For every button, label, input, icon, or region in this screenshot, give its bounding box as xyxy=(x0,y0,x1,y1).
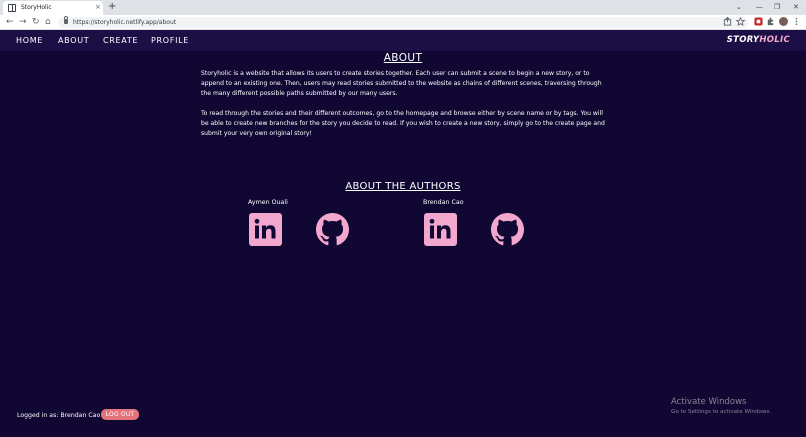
book-icon xyxy=(8,4,16,12)
profile-avatar[interactable] xyxy=(779,17,788,26)
browser-tabstrip: StoryHolic × + ⌄ — ❐ ✕ xyxy=(0,0,806,15)
minimize-button[interactable]: — xyxy=(756,1,763,13)
about-paragraph-2: To read through the stories and their di… xyxy=(201,110,605,138)
logout-button[interactable]: LOG OUT xyxy=(101,409,139,420)
github-icon[interactable] xyxy=(491,213,524,246)
authors-heading: ABOUT THE AUTHORS xyxy=(345,181,461,192)
brand-part-1: STORY xyxy=(726,35,760,45)
menu-icon[interactable] xyxy=(792,17,801,26)
nav-profile[interactable]: PROFILE xyxy=(151,35,189,46)
github-icon[interactable] xyxy=(316,213,349,246)
brand-part-2: HOLIC xyxy=(759,35,790,45)
activation-watermark-title: Activate Windows xyxy=(671,397,747,407)
home-button[interactable]: ⌂ xyxy=(45,16,51,29)
nav-about[interactable]: ABOUT xyxy=(58,35,89,46)
extension-badge-icon[interactable] xyxy=(754,17,763,26)
about-heading: ABOUT xyxy=(383,52,423,64)
author-name-brendan: Brendan Cao xyxy=(423,199,464,206)
about-paragraph-1: Storyholic is a website that allows its … xyxy=(201,70,602,98)
tab-close-icon[interactable]: × xyxy=(95,3,101,12)
restore-button[interactable]: ❐ xyxy=(774,1,780,13)
tab-title: StoryHolic xyxy=(21,4,52,11)
star-icon[interactable] xyxy=(736,17,745,26)
reload-button[interactable]: ↻ xyxy=(32,16,40,29)
nav-home[interactable]: HOME xyxy=(16,35,43,46)
brand-logo[interactable]: STORYHOLIC xyxy=(727,35,790,46)
activation-watermark-subtitle: Go to Settings to activate Windows. xyxy=(671,409,772,415)
extension-icon[interactable] xyxy=(766,17,775,26)
forward-button[interactable]: → xyxy=(19,16,27,29)
address-bar[interactable]: https://storyholic.netlify.app/about xyxy=(58,16,748,28)
new-tab-button[interactable]: + xyxy=(108,0,116,14)
share-icon[interactable] xyxy=(723,17,732,26)
linkedin-icon[interactable] xyxy=(424,213,457,246)
url-text[interactable]: https://storyholic.netlify.app/about xyxy=(73,18,176,27)
logged-in-status: Logged in as: Brendan Cao xyxy=(17,412,101,419)
browser-toolbar: ← → ↻ ⌂ https://storyholic.netlify.app/a… xyxy=(0,15,806,30)
nav-create[interactable]: CREATE xyxy=(103,35,138,46)
tab-search-icon[interactable]: ⌄ xyxy=(736,1,742,13)
app-navbar: HOME ABOUT CREATE PROFILE STORYHOLIC xyxy=(0,30,806,51)
linkedin-icon[interactable] xyxy=(249,213,282,246)
browser-tab[interactable]: StoryHolic × xyxy=(3,1,103,15)
author-name-aymen: Aymen Ouali xyxy=(248,199,288,206)
close-window-button[interactable]: ✕ xyxy=(793,1,799,13)
back-button[interactable]: ← xyxy=(6,16,14,29)
lock-icon xyxy=(64,16,68,24)
